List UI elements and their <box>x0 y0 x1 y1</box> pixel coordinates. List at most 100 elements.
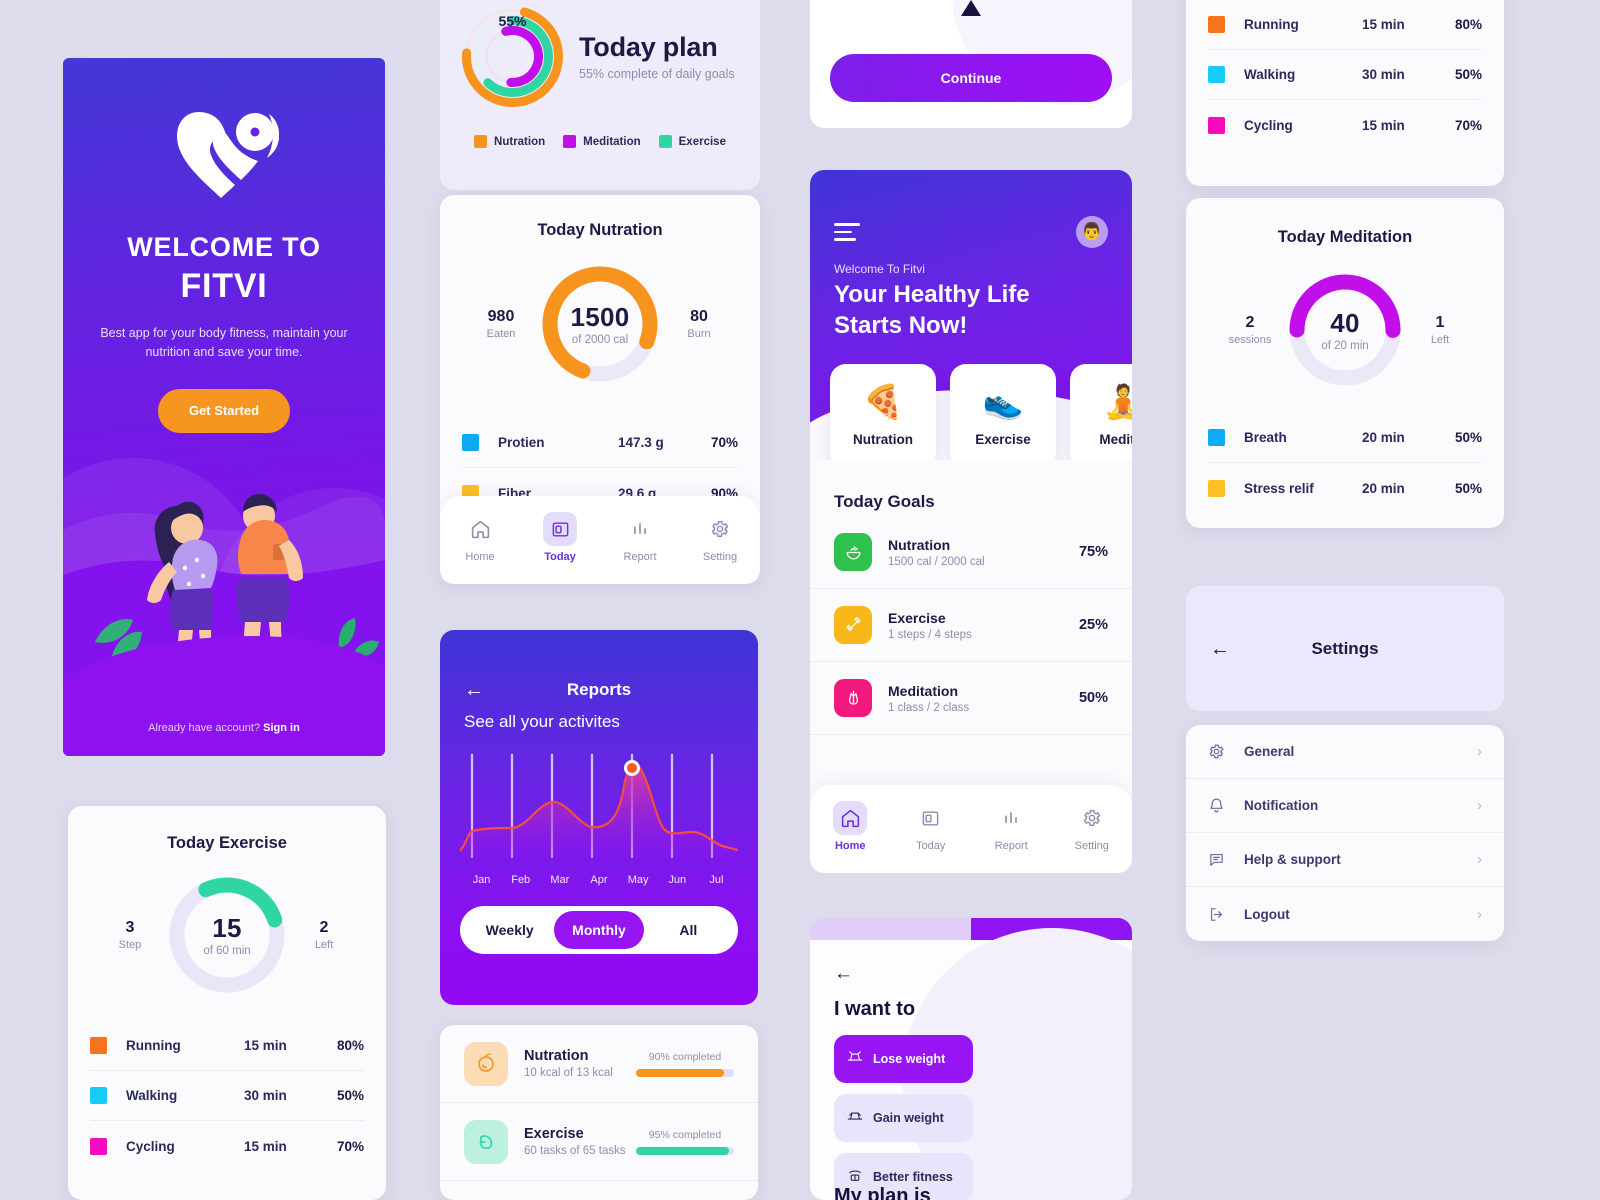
legend-swatch-icon <box>658 135 672 148</box>
user-avatar[interactable]: 👨 <box>1076 216 1108 248</box>
row-name: Protien <box>498 435 545 450</box>
x-tick-label: Mar <box>550 874 570 886</box>
nav-item-setting[interactable]: Setting <box>680 512 760 563</box>
option-gain-weight[interactable]: Gain weight <box>834 1094 973 1142</box>
settings-list: General › Notification › Help & support … <box>1186 725 1504 941</box>
left-value: 1 <box>1435 314 1445 331</box>
goal-percent: 75% <box>1078 544 1108 560</box>
list-item[interactable]: Nutration 10 kcal of 13 kcal 90% complet… <box>440 1025 758 1103</box>
category-card-exercise[interactable]: 👟 Exercise <box>950 364 1056 460</box>
nav-item-setting[interactable]: Setting <box>1052 801 1133 852</box>
calendar-card-icon <box>914 801 948 835</box>
bottom-navigation[interactable]: Home Today Report Setting <box>810 785 1132 873</box>
hamburger-menu-icon[interactable] <box>834 223 860 241</box>
goal-row-meditation[interactable]: Meditation 1 class / 2 class 50% <box>810 662 1132 735</box>
settings-item-help-support[interactable]: Help & support › <box>1186 833 1504 887</box>
segment-all[interactable]: All <box>644 911 733 949</box>
settings-item-label: Logout <box>1244 906 1290 922</box>
home-icon <box>463 512 497 546</box>
goal-percent: 25% <box>1078 617 1108 633</box>
segment-monthly[interactable]: Monthly <box>554 911 644 949</box>
bottom-navigation[interactable]: Home Today Report Setting <box>440 496 760 584</box>
home-headline: Your Healthy Life Starts Now! <box>810 276 1132 341</box>
table-row: Running 15 min 80% <box>90 1021 364 1071</box>
category-card-nutration[interactable]: 🍕 Nutration <box>830 364 936 460</box>
home-icon <box>833 801 868 835</box>
nav-item-today[interactable]: Today <box>891 801 972 852</box>
continue-button[interactable]: Continue <box>830 54 1112 102</box>
nav-item-report[interactable]: Report <box>971 801 1052 852</box>
sessions-label: sessions <box>1228 334 1272 346</box>
goal-title: Meditation <box>888 682 958 699</box>
welcome-subtitle: Best app for your body fitness, maintain… <box>100 326 348 360</box>
progress-bar <box>636 1068 734 1077</box>
bell-icon <box>1208 797 1230 814</box>
row-percent: 80% <box>1454 17 1482 32</box>
row-value: 15 min <box>244 1138 287 1154</box>
triangle-up-icon <box>961 0 981 16</box>
category-card-meditation[interactable]: 🧘 Meditat <box>1070 364 1132 460</box>
nav-label: Setting <box>1074 840 1109 852</box>
signin-link[interactable]: Sign in <box>263 722 300 734</box>
nutration-donut-chart: 980 Eaten 80 Burn 1500 of 2000 cal <box>440 244 760 404</box>
rice-bowl-icon <box>834 533 872 571</box>
chevron-right-icon: › <box>1477 743 1482 760</box>
goal-option-grid: Lose weight Gain weight Better fitness T… <box>834 1035 1108 1200</box>
arrow-left-icon[interactable]: ← <box>464 680 484 700</box>
left-stat: 1 Left <box>1411 314 1469 346</box>
legend-label: Nutration <box>494 135 546 148</box>
settings-item-notification[interactable]: Notification › <box>1186 779 1504 833</box>
x-tick-label: Jul <box>709 874 724 886</box>
nav-item-home[interactable]: Home <box>440 512 520 563</box>
eaten-value: 980 <box>487 308 515 325</box>
gear-icon <box>1208 743 1230 760</box>
goal-row-exercise[interactable]: Exercise 1 steps / 4 steps 25% <box>810 589 1132 662</box>
signin-prompt: Already have account? Sign in <box>63 722 385 734</box>
row-value: 30 min <box>244 1088 287 1103</box>
table-row: Stress relif 20 min 50% <box>1208 463 1482 513</box>
range-segmented-control[interactable]: Weekly Monthly All <box>460 906 738 954</box>
nav-item-today[interactable]: Today <box>520 512 600 563</box>
today-meditation-card: Today Meditation 2 sessions 1 Left 40 of… <box>1186 198 1504 528</box>
status-segment-inactive <box>810 918 971 940</box>
nav-label: Home <box>465 551 495 563</box>
today-nutration-card: Today Nutration 980 Eaten 80 Burn 1500 o… <box>440 195 760 584</box>
list-item[interactable]: Exercise 60 tasks of 65 tasks 95% comple… <box>440 1103 758 1181</box>
option-lose-weight[interactable]: Lose weight <box>834 1035 973 1083</box>
nav-label: Report <box>623 551 657 563</box>
row-name: Running <box>1244 17 1299 32</box>
praying-hands-icon <box>834 679 872 717</box>
welcome-greeting: Welcome To Fitvi <box>834 262 925 276</box>
arrow-left-icon[interactable]: ← <box>1210 639 1230 659</box>
settings-item-logout[interactable]: Logout › <box>1186 887 1504 941</box>
row-name: Stress relif <box>1244 480 1314 496</box>
sneaker-icon: 👟 <box>982 383 1024 420</box>
activity-subtitle: 10 kcal of 13 kcal <box>524 1067 613 1079</box>
settings-item-general[interactable]: General › <box>1186 725 1504 779</box>
arrow-left-icon[interactable]: ← <box>834 963 853 984</box>
nav-label: Today <box>544 551 576 563</box>
goal-row-nutration[interactable]: Nutration 1500 cal / 2000 cal 75% <box>810 516 1132 589</box>
progress-group: 90% completed <box>636 1051 734 1077</box>
exercise-breakdown-list: Running 15 min 80% Walking 30 min 50% Cy… <box>1186 0 1504 186</box>
left-label: Left <box>314 939 334 951</box>
goal-percent: 50% <box>1078 690 1108 706</box>
table-row: Breath 20 min 50% <box>1208 413 1482 463</box>
legend-swatch-icon <box>563 135 577 148</box>
today-plan-legend: Nutration Meditation Exercise <box>440 135 760 148</box>
bar-chart-icon <box>623 512 657 546</box>
nav-label: Home <box>834 840 866 852</box>
today-exercise-card: Today Exercise 3 Step 2 Left 15 of 60 mi… <box>68 806 386 1200</box>
nav-item-home[interactable]: Home <box>810 801 891 852</box>
signin-text: Already have account? <box>148 722 261 734</box>
row-color-swatch-icon <box>1208 479 1225 497</box>
report-activity-list: Nutration 10 kcal of 13 kcal 90% complet… <box>440 1025 758 1200</box>
segment-weekly[interactable]: Weekly <box>465 911 554 949</box>
legend-item-exercise: Exercise <box>658 135 726 148</box>
x-tick-label: May <box>627 874 649 886</box>
step-stat: 3 Step <box>101 919 159 951</box>
card-title: Today Meditation <box>1277 228 1413 246</box>
x-tick-label: Jan <box>472 874 491 886</box>
nav-item-report[interactable]: Report <box>600 512 680 563</box>
page-title: I want to <box>834 998 916 1020</box>
